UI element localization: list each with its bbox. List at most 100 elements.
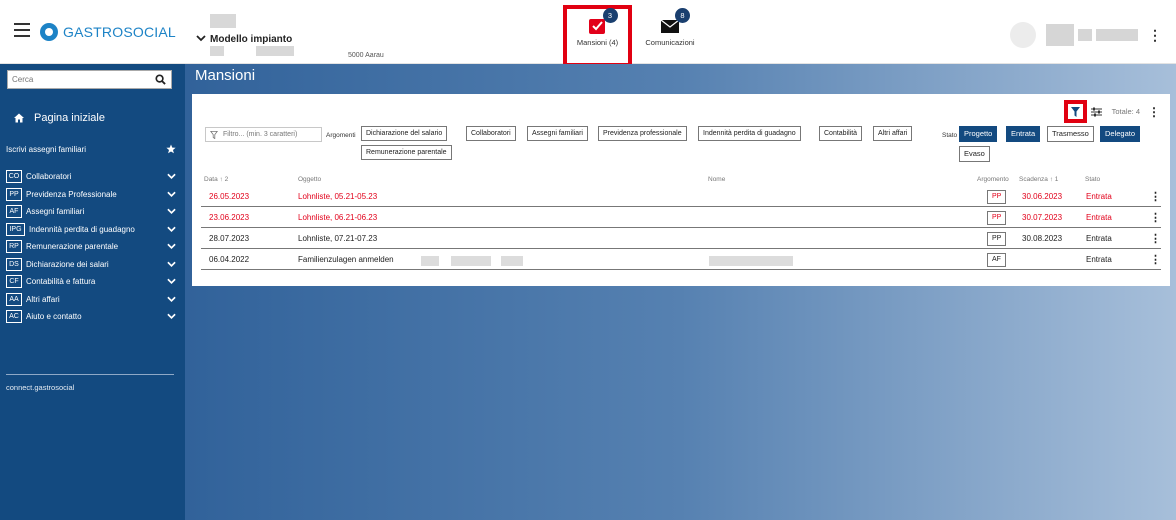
footer-link[interactable]: connect.gastrosocial bbox=[6, 383, 74, 392]
table-header: Data ↑ 2 Oggetto Nome Argomento Scadenza… bbox=[192, 176, 1170, 186]
sidebar-item-remunerazione[interactable]: RP Remunerazione parentale bbox=[6, 238, 176, 256]
redacted-block bbox=[451, 256, 491, 266]
sidebar-item-ipg[interactable]: IPG Indennità perdita di guadagno bbox=[6, 221, 176, 239]
column-header-due[interactable]: Scadenza ↑ 1 bbox=[1019, 176, 1058, 183]
chevron-down-icon bbox=[167, 313, 176, 320]
row-due: 30.08.2023 bbox=[1022, 234, 1063, 243]
chevron-down-icon bbox=[196, 34, 206, 45]
tasks-label: Mansioni (4) bbox=[576, 38, 619, 47]
table-row[interactable]: 28.07.2023 Lohnliste, 07.21-07.23 PP 30.… bbox=[201, 229, 1161, 249]
logo[interactable]: GASTROSOCIAL bbox=[40, 23, 176, 41]
enroll-family-allowance-link[interactable]: Iscrivi assegni familiari bbox=[6, 144, 176, 154]
row-menu-icon[interactable]: ⋮ bbox=[1150, 232, 1161, 245]
status-entrata-button[interactable]: Entrata bbox=[1006, 126, 1041, 142]
sidebar-item-abbr: DS bbox=[6, 257, 22, 271]
sidebar-item-label: Altri affari bbox=[26, 294, 60, 304]
table-row[interactable]: 23.06.2023 Lohnliste, 06.21-06.23 PP 30.… bbox=[201, 208, 1161, 228]
row-subject[interactable]: Lohnliste, 06.21-06.23 bbox=[298, 213, 377, 222]
topic-chip-altri-affari[interactable]: Altri affari bbox=[873, 126, 913, 141]
redacted-block bbox=[421, 256, 439, 266]
search-icon[interactable] bbox=[155, 74, 166, 85]
topics-label: Argomenti bbox=[326, 132, 356, 139]
messages-button[interactable]: 8 Comunicazioni bbox=[640, 8, 700, 63]
row-subject[interactable]: Lohnliste, 07.21-07.23 bbox=[298, 234, 377, 243]
more-options-icon[interactable]: ⋮ bbox=[1148, 27, 1162, 44]
topic-chip-previdenza[interactable]: Previdenza professionale bbox=[598, 126, 687, 141]
hamburger-menu-icon[interactable] bbox=[14, 23, 30, 37]
row-subject[interactable]: Lohnliste, 05.21-05.23 bbox=[298, 192, 377, 201]
filter-input[interactable]: Filtro... (min. 3 caratteri) bbox=[205, 127, 322, 142]
topic-chip-dichiarazione[interactable]: Dichiarazione del salario bbox=[361, 126, 448, 141]
star-icon[interactable] bbox=[166, 144, 176, 154]
topic-chip-assegni[interactable]: Assegni familiari bbox=[527, 126, 588, 141]
plant-selector[interactable]: Modello impianto 5000 Aarau bbox=[196, 14, 406, 59]
redacted-block bbox=[210, 46, 224, 56]
table-row[interactable]: 26.05.2023 Lohnliste, 05.21-05.23 PP 30.… bbox=[201, 187, 1161, 207]
column-header-date[interactable]: Data ↑ 2 bbox=[204, 176, 228, 183]
logo-text: GASTROSOCIAL bbox=[63, 24, 176, 40]
sidebar-item-aiuto[interactable]: AC Aiuto e contatto bbox=[6, 308, 176, 326]
sidebar-item-abbr: AC bbox=[6, 310, 22, 324]
search-input[interactable] bbox=[12, 75, 150, 84]
total-count: Totale: 4 bbox=[1111, 107, 1140, 116]
row-due: 30.07.2023 bbox=[1022, 213, 1063, 222]
row-status: Entrata bbox=[1086, 213, 1112, 222]
chevron-down-icon bbox=[167, 261, 176, 267]
filter-toggle-button[interactable] bbox=[1063, 100, 1087, 123]
sidebar-item-abbr: AA bbox=[6, 292, 22, 306]
sidebar-item-label: Aiuto e contatto bbox=[26, 312, 82, 322]
column-header-status[interactable]: Stato bbox=[1085, 176, 1100, 183]
page-title: Mansioni bbox=[195, 67, 256, 84]
sidebar-item-collaboratori[interactable]: CO Collaboratori bbox=[6, 168, 176, 186]
sidebar-item-assegni[interactable]: AF Assegni familiari bbox=[6, 203, 176, 221]
row-menu-icon[interactable]: ⋮ bbox=[1150, 253, 1161, 266]
sidebar-item-altri-affari[interactable]: AA Altri affari bbox=[6, 291, 176, 309]
messages-label: Comunicazioni bbox=[645, 38, 695, 47]
topic-chip-collaboratori[interactable]: Collaboratori bbox=[466, 126, 516, 141]
sidebar-item-label: Remunerazione parentale bbox=[26, 242, 119, 252]
row-menu-icon[interactable]: ⋮ bbox=[1150, 190, 1161, 203]
user-profile[interactable]: ⋮ bbox=[1010, 22, 1162, 48]
redacted-block bbox=[256, 46, 294, 56]
sidebar-item-home[interactable]: Pagina iniziale bbox=[14, 112, 105, 124]
column-settings-icon[interactable] bbox=[1090, 107, 1102, 117]
sidebar-item-label: Indennità perdita di guadagno bbox=[29, 224, 135, 234]
sidebar-item-contabilita[interactable]: CF Contabilità e fattura bbox=[6, 273, 176, 291]
row-subject[interactable]: Familienzulagen anmelden bbox=[298, 255, 394, 264]
redacted-block bbox=[210, 14, 236, 28]
topic-chip-contabilita[interactable]: Contabilità bbox=[819, 126, 863, 141]
row-menu-icon[interactable]: ⋮ bbox=[1150, 211, 1161, 224]
column-header-topic[interactable]: Argomento bbox=[977, 176, 1009, 183]
sidebar-item-dichiarazione[interactable]: DS Dichiarazione dei salari bbox=[6, 256, 176, 274]
table-row[interactable]: 06.04.2022 Familienzulagen anmelden AF E… bbox=[201, 250, 1161, 270]
messages-badge: 8 bbox=[675, 8, 690, 23]
status-progetto-button[interactable]: Progetto bbox=[959, 126, 998, 142]
row-topic-tag: PP bbox=[987, 211, 1007, 225]
envelope-icon: 8 bbox=[659, 8, 690, 35]
tasks-icon: 3 bbox=[587, 8, 618, 35]
sidebar: Pagina iniziale Iscrivi assegni familiar… bbox=[0, 64, 185, 520]
row-date: 23.06.2023 bbox=[209, 213, 250, 222]
redacted-block bbox=[501, 256, 523, 266]
sidebar-item-previdenza[interactable]: PP Previdenza Professionale bbox=[6, 186, 176, 204]
column-header-subject[interactable]: Oggetto bbox=[298, 176, 321, 183]
sidebar-item-label: Previdenza Professionale bbox=[26, 189, 117, 199]
row-topic-tag: PP bbox=[987, 190, 1007, 204]
sidebar-item-label: Collaboratori bbox=[26, 172, 72, 182]
more-options-icon[interactable]: ⋮ bbox=[1148, 105, 1160, 119]
topic-chip-ipg[interactable]: Indennità perdita di guadagno bbox=[698, 126, 801, 141]
sidebar-item-abbr: AF bbox=[6, 205, 22, 219]
funnel-icon bbox=[1070, 106, 1080, 117]
status-evaso-button[interactable]: Evaso bbox=[959, 146, 990, 162]
redacted-block bbox=[1096, 29, 1138, 41]
tasks-card: Totale: 4 ⋮ Filtro... (min. 3 caratteri)… bbox=[192, 94, 1170, 286]
redacted-block bbox=[709, 256, 793, 266]
tasks-button[interactable]: 3 Mansioni (4) bbox=[563, 5, 632, 67]
gastrosocial-logo-icon bbox=[40, 23, 58, 41]
column-header-name[interactable]: Nome bbox=[708, 176, 725, 183]
status-trasmesso-button[interactable]: Trasmesso bbox=[1047, 126, 1094, 142]
status-delegato-button[interactable]: Delegato bbox=[1100, 126, 1141, 142]
sidebar-item-abbr: PP bbox=[6, 187, 22, 201]
sidebar-item-abbr: CF bbox=[6, 275, 22, 289]
topic-chip-remunerazione[interactable]: Remunerazione parentale bbox=[361, 145, 452, 160]
